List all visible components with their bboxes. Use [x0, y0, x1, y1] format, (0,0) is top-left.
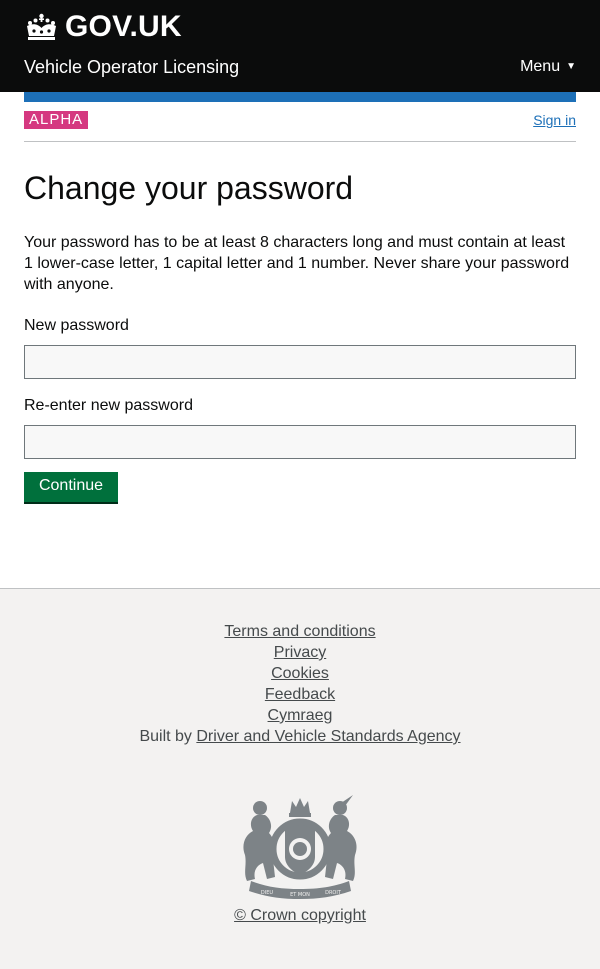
- phase-banner: ALPHA Sign in: [24, 102, 576, 142]
- password-rules-text: Your password has to be at least 8 chara…: [24, 234, 570, 293]
- continue-button[interactable]: Continue: [24, 472, 118, 502]
- built-by-text: Built by: [139, 728, 197, 745]
- dvsa-link[interactable]: Driver and Vehicle Standards Agency: [196, 728, 460, 745]
- menu-button[interactable]: Menu ▼: [520, 57, 576, 77]
- reenter-password-input[interactable]: [24, 425, 576, 459]
- sign-in-link[interactable]: Sign in: [533, 112, 576, 128]
- terms-link[interactable]: Terms and conditions: [224, 623, 375, 640]
- page-title: Change your password: [24, 170, 354, 206]
- new-password-label: New password: [24, 317, 129, 334]
- footer-links: Terms and conditions Privacy Cookies Fee…: [0, 621, 600, 747]
- cookies-link[interactable]: Cookies: [271, 665, 329, 682]
- reenter-password-label: Re-enter new password: [24, 397, 193, 414]
- feedback-link[interactable]: Feedback: [265, 686, 335, 703]
- service-name-link[interactable]: Vehicle Operator Licensing: [24, 57, 239, 77]
- cymraeg-link[interactable]: Cymraeg: [268, 707, 333, 724]
- triangle-down-icon: ▼: [566, 61, 576, 72]
- crown-copyright-link[interactable]: © Crown copyright: [0, 907, 600, 925]
- motto-right: DROIT: [325, 890, 342, 896]
- privacy-link[interactable]: Privacy: [274, 644, 326, 661]
- menu-label: Menu: [520, 58, 561, 75]
- crown-icon: [24, 12, 59, 42]
- header-blue-bar: [24, 92, 576, 102]
- new-password-input[interactable]: [24, 345, 576, 379]
- motto-center: ET MON: [290, 892, 310, 898]
- logo-text: GOV.UK: [65, 10, 182, 43]
- phase-tag: ALPHA: [24, 111, 89, 129]
- motto-left: DIEU: [261, 890, 273, 896]
- site-header: GOV.UK Vehicle Operator Licensing Menu ▼: [0, 0, 600, 92]
- site-footer: Terms and conditions Privacy Cookies Fee…: [0, 588, 600, 969]
- main-content: Change your password Your password has t…: [0, 142, 600, 502]
- govuk-logo-link[interactable]: GOV.UK: [24, 9, 182, 45]
- royal-coat-of-arms: DIEU ET MON DROIT: [237, 795, 363, 904]
